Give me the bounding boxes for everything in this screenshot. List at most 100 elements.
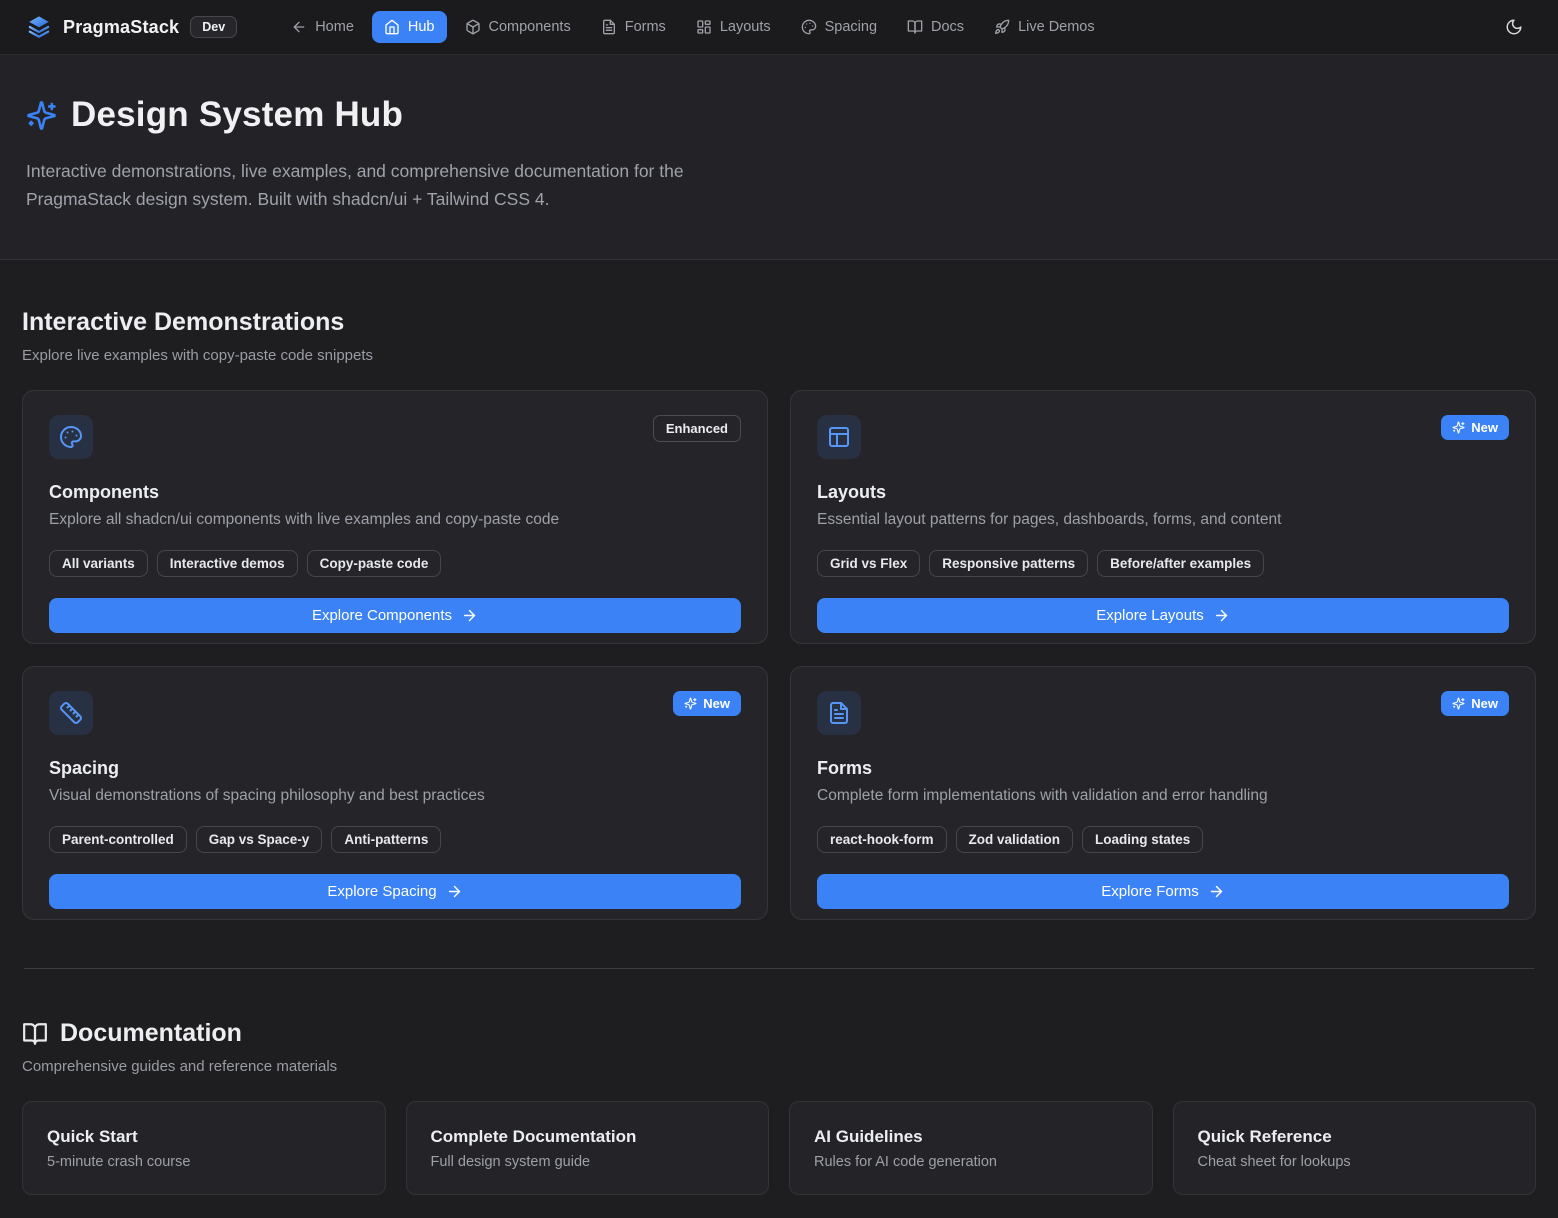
book-open-icon — [22, 1021, 48, 1047]
button-label: Explore Layouts — [1096, 607, 1204, 624]
demos-section-title: Interactive Demonstrations — [22, 308, 1536, 337]
card-title: Layouts — [817, 482, 1509, 503]
doc-card-description: Rules for AI code generation — [814, 1154, 1128, 1170]
doc-card-title: Complete Documentation — [431, 1127, 745, 1147]
explore-layouts-button[interactable]: Explore Layouts — [817, 598, 1509, 633]
button-label: Explore Spacing — [327, 883, 436, 900]
doc-card-title: Quick Reference — [1198, 1127, 1512, 1147]
dev-badge: Dev — [190, 16, 237, 38]
palette-icon — [49, 415, 93, 459]
docs-section: Documentation Comprehensive guides and r… — [22, 969, 1536, 1195]
explore-forms-button[interactable]: Explore Forms — [817, 874, 1509, 909]
doc-card-description: 5-minute crash course — [47, 1154, 361, 1170]
nav-item-label: Docs — [931, 19, 964, 35]
box-icon — [465, 19, 481, 35]
nav-item-label: Layouts — [720, 19, 771, 35]
hero-description: Interactive demonstrations, live example… — [26, 157, 766, 213]
layout-dashboard-icon — [696, 19, 712, 35]
arrow-right-icon — [446, 883, 463, 900]
demo-card-forms: New Forms Complete form implementations … — [790, 666, 1536, 920]
card-tags: Parent-controlled Gap vs Space-y Anti-pa… — [49, 826, 741, 853]
docs-section-subtitle: Comprehensive guides and reference mater… — [22, 1058, 1536, 1075]
tag: Parent-controlled — [49, 826, 187, 853]
card-title: Forms — [817, 758, 1509, 779]
sparkles-icon — [684, 697, 697, 710]
brand[interactable]: PragmaStack Dev — [26, 14, 237, 40]
nav-item-home[interactable]: Home — [279, 11, 366, 43]
file-text-icon — [817, 691, 861, 735]
sparkles-icon — [1452, 421, 1465, 434]
nav-item-label: Forms — [625, 19, 666, 35]
nav-item-layouts[interactable]: Layouts — [684, 11, 783, 43]
demo-card-spacing: New Spacing Visual demonstrations of spa… — [22, 666, 768, 920]
doc-card-ai-guidelines[interactable]: AI Guidelines Rules for AI code generati… — [789, 1101, 1153, 1195]
layers-icon — [26, 14, 52, 40]
file-text-icon — [601, 19, 617, 35]
nav-item-label: Components — [489, 19, 571, 35]
tag: Anti-patterns — [331, 826, 441, 853]
card-title: Components — [49, 482, 741, 503]
tag: Loading states — [1082, 826, 1203, 853]
new-badge: New — [673, 691, 741, 716]
demos-section-subtitle: Explore live examples with copy-paste co… — [22, 347, 1536, 364]
nav-item-hub[interactable]: Hub — [372, 11, 447, 43]
arrow-right-icon — [1213, 607, 1230, 624]
doc-card-title: AI Guidelines — [814, 1127, 1128, 1147]
top-navbar: PragmaStack Dev Home Hub Components Form… — [0, 0, 1558, 55]
ruler-icon — [49, 691, 93, 735]
theme-toggle-button[interactable] — [1496, 9, 1532, 45]
card-tags: react-hook-form Zod validation Loading s… — [817, 826, 1509, 853]
tag: Grid vs Flex — [817, 550, 920, 577]
button-label: Explore Components — [312, 607, 452, 624]
tag: Gap vs Space-y — [196, 826, 323, 853]
tag: All variants — [49, 550, 148, 577]
nav-item-label: Hub — [408, 19, 435, 35]
demos-section: Interactive Demonstrations Explore live … — [22, 260, 1536, 920]
card-description: Explore all shadcn/ui components with li… — [49, 511, 741, 529]
nav-item-label: Live Demos — [1018, 19, 1095, 35]
nav-item-spacing[interactable]: Spacing — [789, 11, 889, 43]
brand-name: PragmaStack — [63, 17, 179, 38]
house-icon — [384, 19, 400, 35]
doc-card-quick-start[interactable]: Quick Start 5-minute crash course — [22, 1101, 386, 1195]
docs-section-title: Documentation — [60, 1019, 242, 1048]
doc-card-complete-documentation[interactable]: Complete Documentation Full design syste… — [406, 1101, 770, 1195]
demo-card-components: Enhanced Components Explore all shadcn/u… — [22, 390, 768, 644]
nav-item-label: Spacing — [825, 19, 877, 35]
card-description: Essential layout patterns for pages, das… — [817, 511, 1509, 529]
card-tags: All variants Interactive demos Copy-past… — [49, 550, 741, 577]
moon-icon — [1505, 18, 1523, 36]
arrow-right-icon — [461, 607, 478, 624]
hero-section: Design System Hub Interactive demonstrat… — [0, 55, 1558, 260]
explore-components-button[interactable]: Explore Components — [49, 598, 741, 633]
doc-card-quick-reference[interactable]: Quick Reference Cheat sheet for lookups — [1173, 1101, 1537, 1195]
tag: Zod validation — [956, 826, 1074, 853]
arrow-right-icon — [1208, 883, 1225, 900]
nav-item-docs[interactable]: Docs — [895, 11, 976, 43]
explore-spacing-button[interactable]: Explore Spacing — [49, 874, 741, 909]
nav-item-components[interactable]: Components — [453, 11, 583, 43]
nav-item-label: Home — [315, 19, 354, 35]
card-description: Visual demonstrations of spacing philoso… — [49, 787, 741, 805]
tag: Copy-paste code — [307, 550, 442, 577]
card-tags: Grid vs Flex Responsive patterns Before/… — [817, 550, 1509, 577]
doc-card-description: Full design system guide — [431, 1154, 745, 1170]
badge-label: New — [1471, 420, 1498, 435]
nav-item-forms[interactable]: Forms — [589, 11, 678, 43]
enhanced-badge: Enhanced — [653, 415, 741, 442]
card-title: Spacing — [49, 758, 741, 779]
nav-item-live-demos[interactable]: Live Demos — [982, 11, 1107, 43]
card-description: Complete form implementations with valid… — [817, 787, 1509, 805]
sparkles-icon — [1452, 697, 1465, 710]
sparkles-icon — [26, 100, 57, 131]
tag: Before/after examples — [1097, 550, 1264, 577]
tag: react-hook-form — [817, 826, 947, 853]
doc-card-title: Quick Start — [47, 1127, 361, 1147]
new-badge: New — [1441, 415, 1509, 440]
layout-icon — [817, 415, 861, 459]
book-open-icon — [907, 19, 923, 35]
arrow-left-icon — [291, 19, 307, 35]
button-label: Explore Forms — [1101, 883, 1199, 900]
tag: Responsive patterns — [929, 550, 1088, 577]
demo-card-layouts: New Layouts Essential layout patterns fo… — [790, 390, 1536, 644]
